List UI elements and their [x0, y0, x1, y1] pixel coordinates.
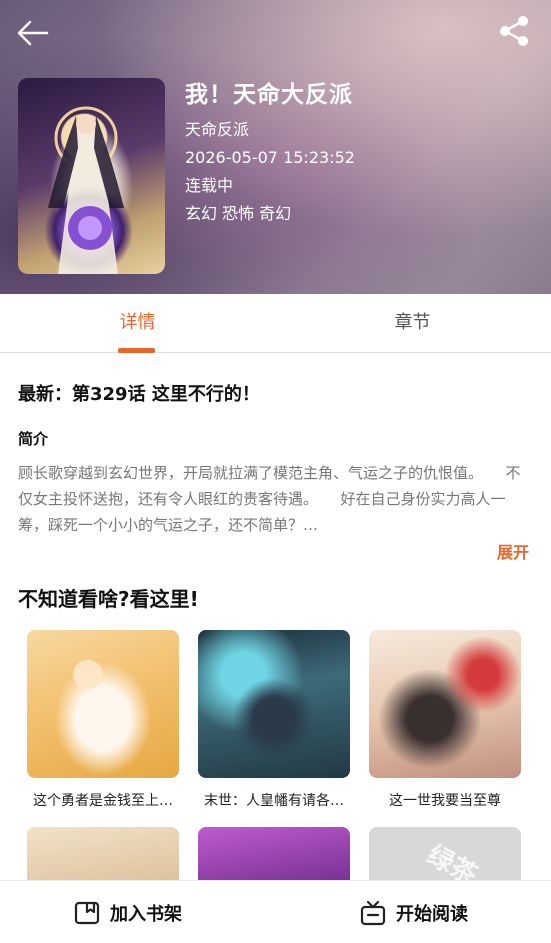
bookshelf-icon [74, 901, 100, 924]
comic-info: 我！天命大反派 天命反派 2026-05-07 15:23:52 连载中 玄幻 … [185, 78, 355, 228]
intro-text: 顾长歌穿越到玄幻世界，开局就拉满了模范主角、气运之子的仇恨值。 不仅女主投怀送抱… [18, 464, 521, 534]
add-to-shelf-button[interactable]: 加入书架 [74, 881, 182, 943]
comic-author: 天命反派 [185, 120, 250, 139]
start-reading-button[interactable]: 开始阅读 [360, 881, 468, 943]
recommend-item[interactable]: 末世：人皇幡有请各… [198, 630, 350, 810]
comic-cover-image [18, 78, 165, 274]
genre-tags: 玄幻 恐怖 奇幻 [185, 204, 292, 223]
update-time: 2026-05-07 15:23:52 [185, 148, 355, 167]
recommend-cover [198, 630, 350, 778]
serial-status: 连载中 [185, 176, 234, 195]
recommend-caption: 这一世我要当至尊 [389, 793, 501, 809]
intro-heading: 简介 [18, 430, 49, 448]
comic-header: 我！天命大反派 天命反派 2026-05-07 15:23:52 连载中 玄幻 … [0, 0, 551, 294]
latest-chapter[interactable]: 最新：第329话 这里不行的！ [18, 380, 260, 406]
start-reading-label: 开始阅读 [396, 903, 468, 925]
expand-button[interactable]: 展开 [497, 539, 529, 563]
active-tab-indicator [118, 348, 155, 353]
bottom-action-bar: 加入书架 开始阅读 [0, 880, 551, 943]
tab-bar: 详情 章节 [0, 294, 551, 353]
share-icon[interactable] [497, 14, 531, 48]
tv-icon [360, 900, 386, 925]
recommend-cover [369, 630, 521, 778]
comic-title: 我！天命大反派 [185, 82, 353, 108]
recommend-cover [27, 630, 179, 778]
tab-chapters[interactable]: 章节 [275, 294, 550, 353]
recommend-heading: 不知道看啥?看这里! [18, 587, 199, 611]
add-to-shelf-label: 加入书架 [110, 903, 182, 925]
arrow-left-icon[interactable] [14, 14, 52, 52]
recommend-caption: 末世：人皇幡有请各… [204, 793, 344, 809]
recommend-item[interactable]: 这一世我要当至尊 [369, 630, 521, 810]
recommend-item[interactable]: 这个勇者是金钱至上… [27, 630, 179, 810]
tab-details[interactable]: 详情 [0, 294, 275, 353]
recommend-caption: 这个勇者是金钱至上… [33, 793, 173, 809]
